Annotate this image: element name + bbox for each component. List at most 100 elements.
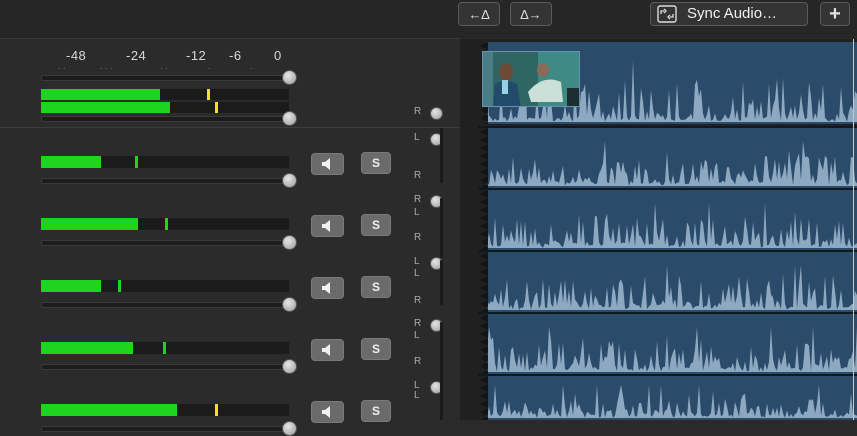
solo-button[interactable]: S [361, 152, 391, 174]
lane-divider [478, 312, 857, 314]
volume-fader[interactable] [41, 359, 297, 374]
peak-indicator [214, 404, 218, 416]
audio-waveform [487, 265, 857, 310]
sync-audio-button[interactable]: Sync Audio… [650, 2, 808, 26]
peak-indicator [135, 156, 139, 168]
level-tick-label: -24 [126, 48, 147, 63]
solo-button[interactable]: S [361, 338, 391, 360]
audio-lane[interactable] [487, 314, 857, 374]
pan-knob[interactable] [430, 107, 443, 120]
volume-fader[interactable] [41, 111, 297, 126]
speaker-icon [321, 344, 330, 356]
peak-indicator [162, 342, 166, 354]
add-button[interactable]: + [820, 2, 850, 26]
mute-button[interactable] [311, 339, 344, 361]
level-meter-fill [41, 280, 101, 292]
level-meter-fill [41, 404, 178, 416]
lane-edge-notch [480, 190, 488, 250]
peak-indicator [214, 102, 218, 113]
pan-rail [440, 382, 443, 420]
video-frame-image [483, 52, 579, 106]
master-section-divider [0, 127, 460, 128]
mute-button[interactable] [311, 153, 344, 175]
pan-rail [440, 198, 443, 258]
volume-fader[interactable] [41, 421, 297, 436]
peak-indicator [117, 280, 121, 292]
nudge-left-button[interactable]: ←∆ [458, 2, 500, 26]
level-tick-dots: · · [58, 64, 66, 73]
lane-edge-notch [480, 128, 488, 188]
speaker-icon [321, 158, 330, 170]
level-meter [41, 89, 289, 100]
pan-rail [440, 260, 443, 305]
fader-knob[interactable] [282, 421, 297, 436]
solo-button[interactable]: S [361, 400, 391, 422]
volume-fader[interactable] [41, 173, 297, 188]
pan-rail [440, 128, 443, 183]
speaker-icon [321, 220, 330, 232]
level-tick-dots: · [208, 64, 211, 73]
pan-right-label: R [414, 318, 422, 329]
level-meter [41, 156, 289, 168]
level-tick-label: -48 [66, 48, 87, 63]
level-meter [41, 404, 289, 416]
audio-waveform [487, 203, 857, 248]
mute-button[interactable] [311, 277, 344, 299]
speaker-icon [321, 406, 330, 418]
pan-left-label: L [414, 390, 420, 401]
volume-fader[interactable] [41, 70, 297, 85]
pan-left-label: L [414, 132, 420, 143]
nudge-right-button[interactable]: ∆→ [510, 2, 552, 26]
level-meter-fill [41, 156, 101, 168]
lane-divider [478, 126, 857, 128]
video-thumbnail[interactable] [482, 51, 580, 107]
fader-knob[interactable] [282, 297, 297, 312]
audio-lane[interactable] [487, 252, 857, 312]
level-tick-dots: · · · [100, 64, 113, 73]
peak-indicator [207, 89, 211, 100]
level-meter-fill [41, 102, 170, 113]
lane-edge-notch [480, 314, 488, 374]
level-meter [41, 280, 289, 292]
fader-knob[interactable] [282, 70, 297, 85]
pan-left-label: L [414, 256, 420, 267]
level-meter-fill [41, 89, 161, 100]
peak-indicator [165, 218, 168, 230]
lane-divider [478, 250, 857, 252]
pan-right-label: R [414, 295, 422, 306]
level-meter-fill [41, 218, 138, 230]
audio-waveform [487, 327, 857, 372]
sync-audio-icon [657, 5, 677, 23]
solo-button[interactable]: S [361, 214, 391, 236]
level-meter [41, 342, 289, 354]
fader-knob[interactable] [282, 111, 297, 126]
speaker-icon [321, 282, 330, 294]
audio-lane[interactable] [487, 128, 857, 188]
volume-fader[interactable] [41, 235, 297, 250]
lane-divider [478, 188, 857, 190]
pan-left-label: L [414, 207, 420, 218]
pan-right-label: R [414, 170, 422, 181]
lane-edge-notch [480, 252, 488, 312]
level-meter [41, 102, 289, 113]
pan-rail [440, 322, 443, 382]
level-tick-dots: · [250, 64, 253, 73]
pan-right-label: R [414, 232, 422, 243]
solo-button[interactable]: S [361, 276, 391, 298]
sync-audio-label: Sync Audio… [687, 5, 778, 22]
audio-waveform [487, 385, 857, 418]
volume-fader[interactable] [41, 297, 297, 312]
fader-knob[interactable] [282, 173, 297, 188]
mute-button[interactable] [311, 215, 344, 237]
lane-edge-notch [480, 376, 488, 420]
level-tick-label: -12 [186, 48, 207, 63]
audio-lane[interactable] [487, 190, 857, 250]
fader-knob[interactable] [282, 235, 297, 250]
level-meter-fill [41, 342, 133, 354]
audio-lane[interactable] [487, 376, 857, 420]
level-tick-label: -6 [229, 48, 242, 63]
pan-right-label: R [414, 356, 422, 367]
fader-knob[interactable] [282, 359, 297, 374]
level-tick-label: 0 [274, 48, 282, 63]
playhead[interactable] [853, 39, 854, 420]
